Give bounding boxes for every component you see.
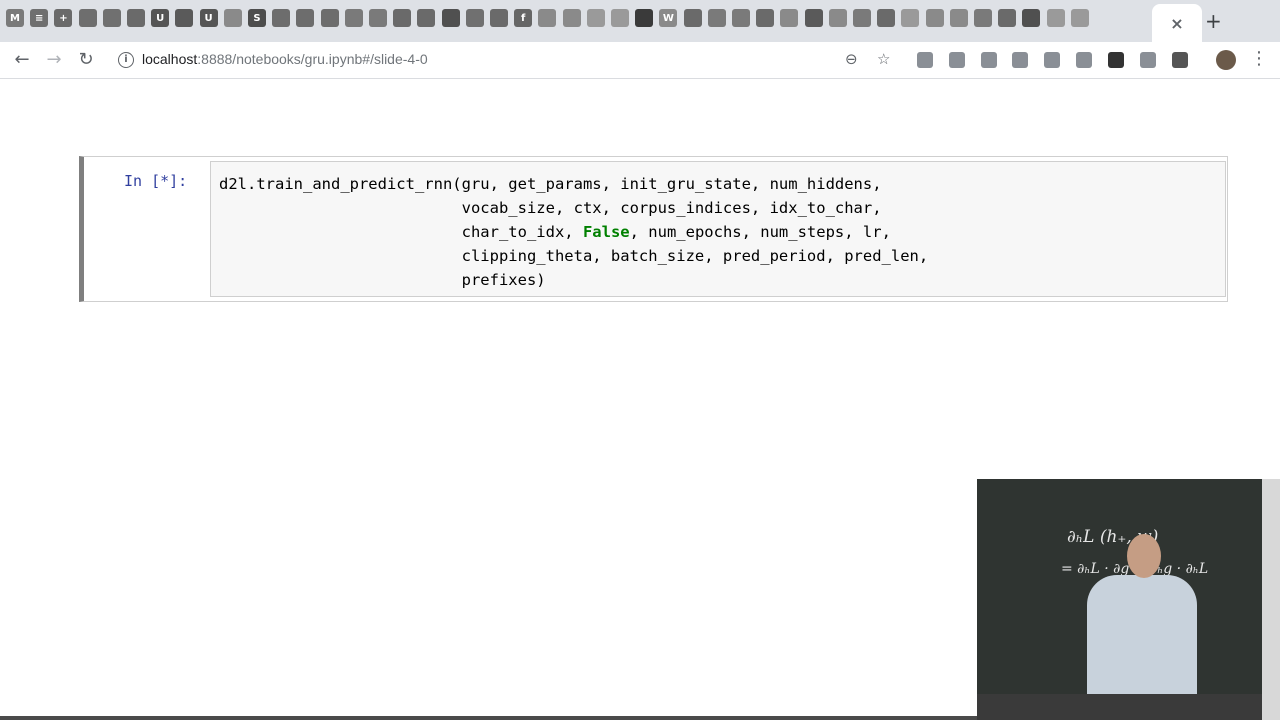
cell-prompt: In [*]: <box>124 172 188 190</box>
tab-favicon[interactable]: W <box>659 9 678 27</box>
reload-button[interactable]: ↻ <box>74 48 98 72</box>
extension-icon[interactable] <box>1012 52 1028 68</box>
tab-favicon[interactable] <box>974 9 992 27</box>
tab-favicon[interactable] <box>732 9 750 27</box>
bookmark-star-icon[interactable]: ☆ <box>877 50 890 68</box>
tab-favicon[interactable]: + <box>54 9 73 27</box>
tab-favicon[interactable] <box>102 9 121 27</box>
code-line: clipping_theta, batch_size, pred_period,… <box>219 247 929 265</box>
code-text[interactable]: d2l.train_and_predict_rnn(gru, get_param… <box>219 172 928 292</box>
tab-favicon[interactable]: U <box>151 9 170 27</box>
tab-favicon[interactable]: ≡ <box>30 9 49 27</box>
code-segment: d2l.train_and_predict_rnn(gru, get_param… <box>219 175 882 193</box>
site-info-icon[interactable]: i <box>118 52 134 68</box>
tab-favicon[interactable] <box>780 9 799 27</box>
code-segment: char_to_idx, <box>219 223 583 241</box>
tab-favicon[interactable]: M <box>6 9 24 27</box>
presenter-head <box>1127 534 1161 578</box>
tab-favicon[interactable] <box>465 9 484 27</box>
tab-favicon[interactable] <box>683 9 702 27</box>
tab-favicon[interactable] <box>175 9 194 27</box>
profile-avatar[interactable] <box>1216 50 1236 70</box>
url-path: :8888/notebooks/gru.ipynb#/slide-4-0 <box>197 51 428 67</box>
floor <box>977 694 1280 720</box>
code-keyword: False <box>582 223 630 241</box>
window-bottom-edge <box>0 716 977 720</box>
code-cell[interactable]: In [*]: d2l.train_and_predict_rnn(gru, g… <box>79 156 1228 302</box>
tab-favicon[interactable] <box>901 9 920 27</box>
browser-menu-icon[interactable]: ⋮ <box>1250 48 1268 69</box>
tab-favicon[interactable] <box>369 9 387 27</box>
tab-favicon[interactable] <box>949 9 968 27</box>
tab-favicon[interactable] <box>611 9 629 27</box>
tab-favicon[interactable] <box>1046 9 1065 27</box>
extension-icon[interactable] <box>1172 52 1188 68</box>
tab-favicon[interactable] <box>393 9 412 27</box>
forward-button[interactable]: → <box>42 48 66 72</box>
extension-icon[interactable] <box>917 52 933 68</box>
tab-favicon[interactable] <box>853 9 871 27</box>
close-tab-icon[interactable]: × <box>1170 14 1183 33</box>
code-segment: prefixes) <box>219 271 546 289</box>
tab-favicon[interactable] <box>756 9 775 27</box>
tab-favicon[interactable] <box>925 9 944 27</box>
translate-icon[interactable] <box>1140 52 1156 68</box>
tab-favicon[interactable]: f <box>514 9 533 27</box>
tab-favicon[interactable] <box>538 9 557 27</box>
tab-favicon[interactable] <box>586 9 605 27</box>
tab-favicon[interactable]: S <box>248 9 266 27</box>
tab-favicon[interactable] <box>1022 9 1041 27</box>
new-tab-button[interactable]: + <box>1205 11 1222 31</box>
zoom-icon[interactable]: ⊖ <box>845 50 858 68</box>
tab-favicon[interactable] <box>272 9 291 27</box>
code-line: vocab_size, ctx, corpus_indices, idx_to_… <box>219 199 882 217</box>
code-line: char_to_idx, False, num_epochs, num_step… <box>219 223 891 241</box>
extension-icon[interactable] <box>981 52 997 68</box>
url-text[interactable]: localhost:8888/notebooks/gru.ipynb#/slid… <box>142 51 428 67</box>
tab-favicon[interactable] <box>344 9 363 27</box>
code-segment: vocab_size, ctx, corpus_indices, idx_to_… <box>219 199 882 217</box>
active-tab[interactable]: × <box>1152 4 1202 42</box>
back-button[interactable]: ← <box>10 48 34 72</box>
tab-favicon[interactable] <box>562 9 581 27</box>
extension-icon[interactable] <box>1044 52 1060 68</box>
tab-favicon[interactable] <box>490 9 508 27</box>
code-segment: clipping_theta, batch_size, pred_period,… <box>219 247 929 265</box>
extension-icon[interactable] <box>949 52 965 68</box>
tab-favicon[interactable] <box>223 9 242 27</box>
tab-favicon[interactable] <box>998 9 1017 27</box>
tab-favicon[interactable] <box>296 9 315 27</box>
extension-icon[interactable] <box>1108 52 1124 68</box>
tab-favicon[interactable]: U <box>199 9 218 27</box>
tab-favicon[interactable] <box>127 9 145 27</box>
url-host: localhost <box>142 51 198 67</box>
video-edge <box>1262 479 1280 720</box>
code-segment: , num_epochs, num_steps, lr, <box>629 223 891 241</box>
tab-strip: M ≡ + U U Sf W × + <box>0 0 1280 42</box>
lecture-video: ∂ₕL (h₊, w) = ∂ₕL · ∂g + ∂ₕg · ∂ₕL <box>977 479 1280 720</box>
camera-icon[interactable] <box>1076 52 1092 68</box>
tab-favicon[interactable] <box>78 9 97 27</box>
tab-favicon[interactable] <box>1070 9 1089 27</box>
tab-favicon[interactable] <box>417 9 436 27</box>
code-line: d2l.train_and_predict_rnn(gru, get_param… <box>219 175 882 193</box>
code-editor[interactable]: d2l.train_and_predict_rnn(gru, get_param… <box>210 161 1226 297</box>
browser-toolbar: ← → ↻ i localhost:8888/notebooks/gru.ipy… <box>0 42 1280 79</box>
tab-favicon[interactable] <box>804 9 823 27</box>
code-line: prefixes) <box>219 271 546 289</box>
tab-favicon[interactable] <box>828 9 847 27</box>
tab-favicon[interactable] <box>707 9 726 27</box>
tab-favicon[interactable] <box>635 9 654 27</box>
tab-favicon[interactable] <box>877 9 896 27</box>
address-bar[interactable]: i localhost:8888/notebooks/gru.ipynb#/sl… <box>108 46 908 74</box>
tab-favicon[interactable] <box>320 9 339 27</box>
tab-favicon[interactable] <box>441 9 460 27</box>
